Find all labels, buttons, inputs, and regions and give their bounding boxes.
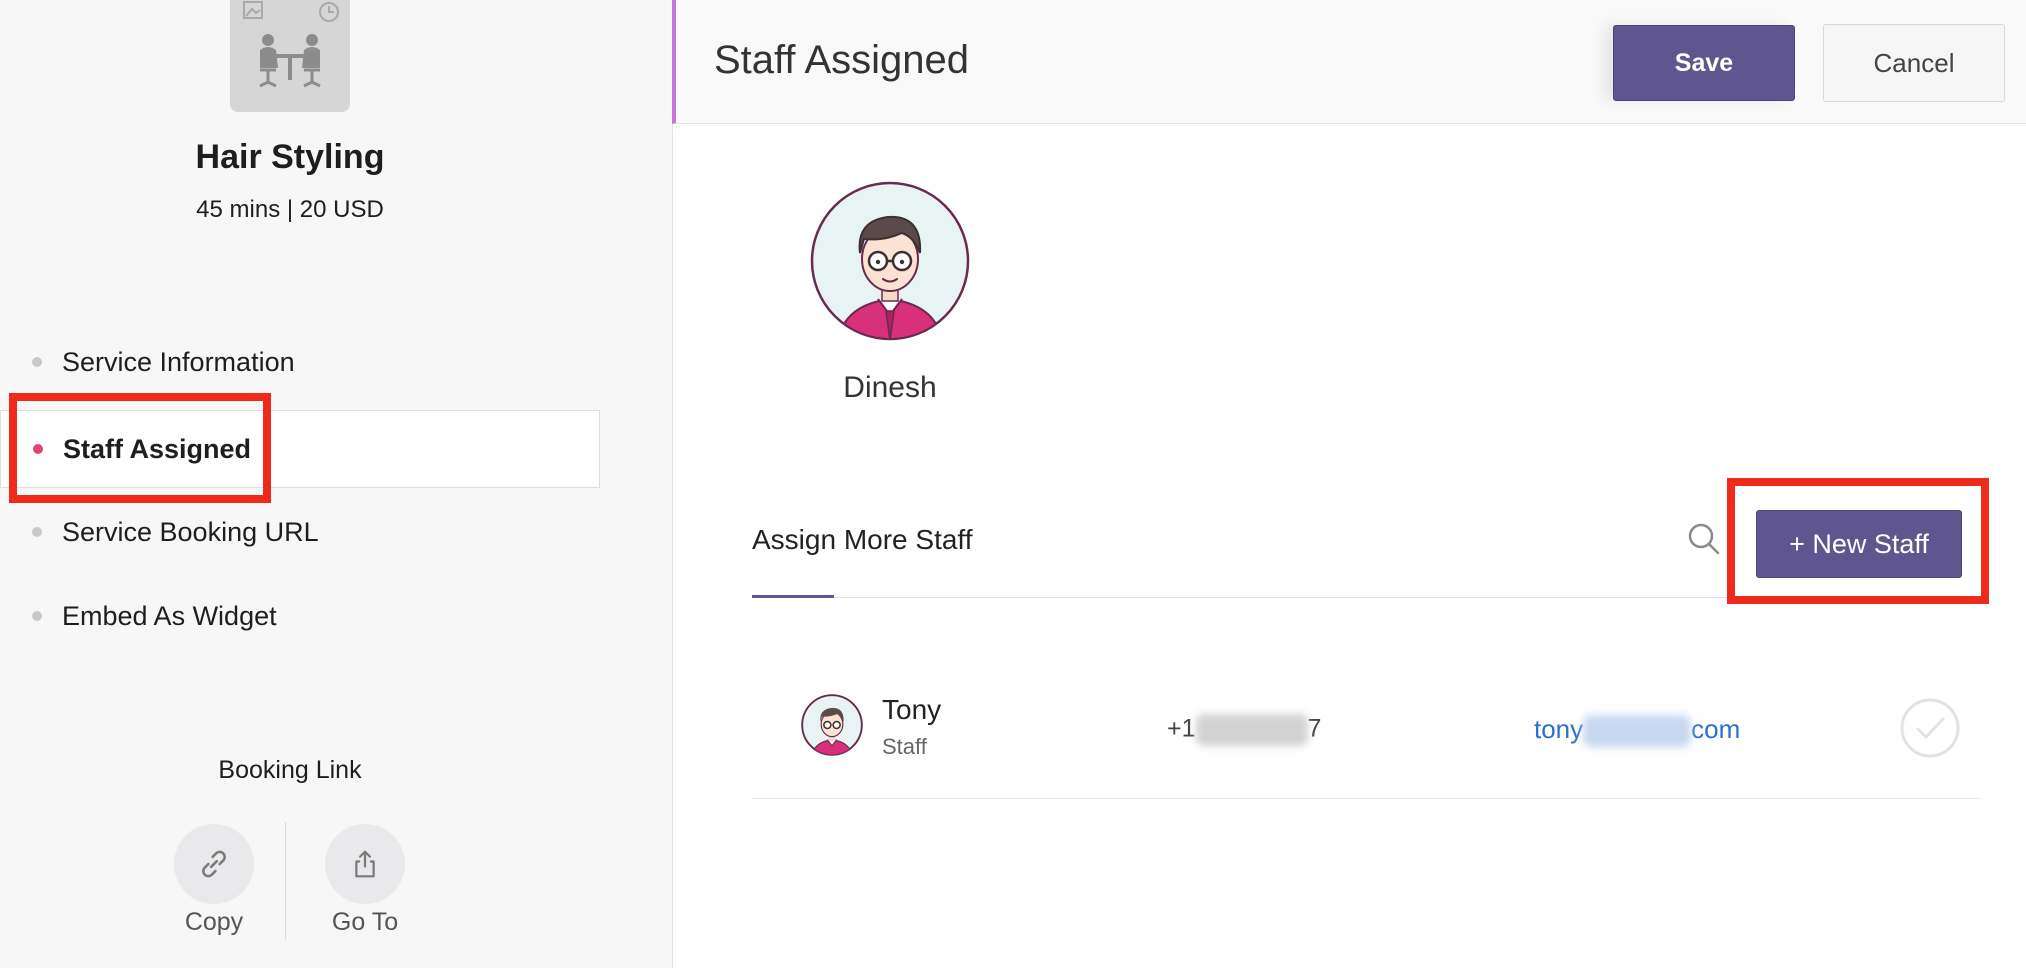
assign-more-staff-tab[interactable]: Assign More Staff — [752, 524, 972, 556]
share-icon — [355, 850, 375, 878]
page-header: Staff Assigned Save Cancel — [672, 0, 2026, 124]
new-staff-button[interactable]: + New Staff — [1756, 510, 1962, 578]
nav-bullet — [32, 357, 42, 367]
copy-link-label: Copy — [184, 908, 244, 936]
staff-role: Staff — [882, 734, 927, 759]
nav-bullet — [32, 611, 42, 621]
active-tab-underline — [752, 595, 834, 598]
copy-link-button[interactable] — [174, 824, 254, 904]
nav-bullet-active — [33, 444, 43, 454]
nav-item-label: Staff Assigned — [63, 433, 252, 464]
nav-item-staff-assigned[interactable]: Staff Assigned — [0, 410, 600, 488]
service-duration-price: 45 mins | 20 USD — [196, 196, 384, 223]
go-to-link-label: Go To — [331, 908, 399, 936]
search-icon[interactable] — [1687, 522, 1721, 556]
phone-suffix: 7 — [1307, 714, 1322, 743]
nav-item-service-booking-url[interactable]: Service Booking URL — [0, 494, 319, 570]
email-suffix: com — [1691, 714, 1741, 744]
staff-phone: +1 7 — [1167, 714, 1321, 746]
link-icon — [202, 850, 226, 878]
go-to-link-button[interactable] — [325, 824, 405, 904]
email-prefix: tony — [1534, 714, 1584, 744]
nav-item-embed-as-widget[interactable]: Embed As Widget — [0, 578, 277, 654]
staff-name: Tony — [882, 694, 942, 725]
assigned-staff-name: Dinesh — [843, 371, 937, 404]
table-row[interactable]: Tony Staff +1 7 tony com — [752, 664, 1980, 799]
staff-email-link[interactable]: tony com — [1534, 714, 1741, 748]
staff-avatar — [801, 694, 863, 756]
redacted-block — [1583, 715, 1692, 748]
service-name: Hair Styling — [195, 138, 385, 176]
nav-bullet — [32, 527, 42, 537]
page-title: Staff Assigned — [714, 38, 969, 82]
select-check-icon[interactable] — [1900, 698, 1960, 758]
section-divider — [752, 597, 1980, 598]
phone-prefix: +1 — [1167, 714, 1196, 743]
staff-avatar — [810, 181, 970, 341]
sidebar: Hair Styling 45 mins | 20 USD Service In… — [0, 0, 673, 968]
link-divider — [285, 822, 286, 940]
nav-item-label: Embed As Widget — [62, 600, 277, 631]
nav-item-label: Service Booking URL — [62, 516, 319, 547]
meeting-illustration-icon — [243, 1, 339, 88]
save-button[interactable]: Save — [1613, 25, 1795, 101]
booking-link-title: Booking Link — [218, 756, 362, 784]
service-image — [230, 0, 350, 112]
cancel-button[interactable]: Cancel — [1823, 24, 2005, 102]
assigned-staff-card[interactable]: Dinesh — [810, 181, 970, 404]
redacted-block — [1195, 714, 1308, 746]
nav-item-label: Service Information — [62, 346, 295, 377]
nav-item-service-information[interactable]: Service Information — [0, 324, 295, 400]
